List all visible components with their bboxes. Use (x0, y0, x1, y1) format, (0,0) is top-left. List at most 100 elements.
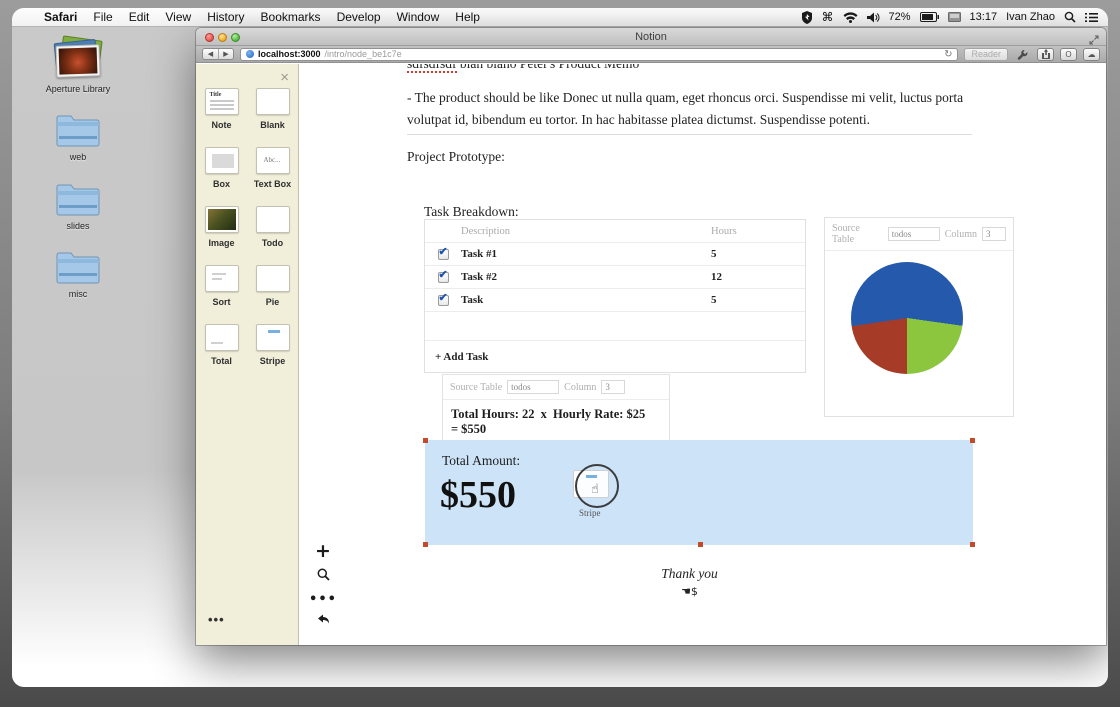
palette-more-dots[interactable]: ••• (208, 612, 225, 627)
task-desc[interactable]: Task (461, 294, 711, 306)
selection-handle[interactable] (423, 438, 428, 443)
undo-arrow-icon[interactable] (317, 613, 330, 631)
source-table-input[interactable] (888, 227, 940, 241)
wrench-icon[interactable] (1014, 48, 1031, 61)
close-window-button[interactable] (205, 33, 214, 42)
fullscreen-icon[interactable] (1089, 32, 1099, 50)
source-table-input[interactable] (507, 380, 559, 394)
total-value: $550 (461, 422, 486, 436)
task-hours[interactable]: 5 (711, 294, 805, 306)
forward-button[interactable]: ▶ (218, 49, 233, 59)
task-row-empty[interactable] (425, 312, 805, 341)
desktop-icon-label: Aperture Library (46, 84, 111, 95)
desktop-icon-folder-3[interactable]: misc (55, 249, 101, 300)
desktop-icon-aperture-library[interactable]: Aperture Library (46, 38, 111, 95)
palette-item-blank[interactable]: Blank (254, 88, 292, 130)
refresh-icon[interactable]: ↻ (944, 49, 952, 60)
notification-list-icon[interactable] (1085, 12, 1098, 23)
column-label: Column (945, 229, 977, 240)
col-hours: Hours (711, 226, 805, 237)
palette-thumb-total (205, 324, 239, 351)
tab-overview-button[interactable]: O (1060, 48, 1077, 61)
palette-item-todo[interactable]: Todo (254, 206, 292, 248)
input-menu-icon[interactable] (948, 12, 961, 22)
doc-paragraph[interactable]: - The product should be like Donec ut nu… (407, 87, 969, 131)
task-checkbox[interactable]: ✔ (438, 249, 449, 260)
total-amount-label: Total Amount: (442, 453, 520, 469)
task-hours[interactable]: 5 (711, 248, 805, 260)
source-table-label: Source Table (832, 223, 883, 245)
block-palette: × Title Note Blank Box (196, 64, 299, 645)
menu-window[interactable]: Window (397, 10, 440, 24)
command-icon[interactable]: ⌘ (822, 11, 834, 23)
doc-heading[interactable]: sdfsdfsdf blah blaho Peter's Product Mem… (407, 64, 639, 72)
wifi-icon[interactable] (843, 12, 858, 23)
menu-view[interactable]: View (165, 10, 191, 24)
selection-handle[interactable] (698, 542, 703, 547)
palette-thumb-todo (256, 206, 290, 233)
palette-thumb-pie (256, 265, 290, 292)
search-tool-icon[interactable] (317, 568, 330, 586)
more-tools-button[interactable]: ••• (309, 593, 337, 606)
safari-window: Notion ◀ ▶ localhost:3000/intro/node_be1… (196, 28, 1106, 645)
menu-edit[interactable]: Edit (129, 10, 150, 24)
doc-prototype-heading[interactable]: Project Prototype: (407, 149, 505, 165)
palette-item-sort[interactable]: Sort (203, 265, 241, 307)
column-input[interactable] (982, 227, 1006, 241)
pie-chart (851, 262, 963, 374)
palette-thumb-blank (256, 88, 290, 115)
volume-icon[interactable] (867, 12, 880, 23)
col-description: Description (461, 226, 711, 237)
share-button[interactable] (1037, 48, 1054, 61)
window-titlebar[interactable]: Notion (196, 28, 1106, 46)
palette-close-icon[interactable]: × (280, 70, 289, 85)
menu-develop[interactable]: Develop (337, 10, 381, 24)
palette-item-image[interactable]: Image (203, 206, 241, 248)
palette-item-total[interactable]: Total (203, 324, 241, 366)
palette-item-pie[interactable]: Pie (254, 265, 292, 307)
desktop-icon-folder-2[interactable]: slides (55, 181, 101, 232)
palette-item-textbox[interactable]: Abc... Text Box (254, 147, 292, 189)
minimize-window-button[interactable] (218, 33, 227, 42)
task-row[interactable]: ✔ Task 5 (425, 289, 805, 312)
palette-item-note[interactable]: Title Note (203, 88, 241, 130)
search-icon[interactable] (1064, 11, 1076, 23)
desktop-icon-folder-1[interactable]: web (55, 112, 101, 163)
add-task-button[interactable]: + Add Task (425, 341, 805, 372)
doc-tasks-heading[interactable]: Task Breakdown: (424, 204, 519, 220)
selection-handle[interactable] (970, 438, 975, 443)
menu-bookmarks[interactable]: Bookmarks (261, 10, 321, 24)
task-row[interactable]: ✔ Task #2 12 (425, 266, 805, 289)
task-hours[interactable]: 12 (711, 271, 805, 283)
total-line: Total Hours:22 x Hourly Rate:$25 =$550 (443, 399, 669, 444)
reader-button[interactable]: Reader (964, 48, 1008, 61)
folder-icon (55, 181, 101, 217)
task-checkbox[interactable]: ✔ (438, 295, 449, 306)
shield-icon[interactable] (801, 11, 813, 24)
menu-file[interactable]: File (93, 10, 112, 24)
menu-help[interactable]: Help (455, 10, 480, 24)
user-menu[interactable]: Ivan Zhao (1006, 11, 1055, 23)
palette-item-stripe[interactable]: Stripe (254, 324, 292, 366)
task-desc[interactable]: Task #2 (461, 271, 711, 283)
document-canvas[interactable]: sdfsdfsdf blah blaho Peter's Product Mem… (299, 64, 1106, 645)
task-desc[interactable]: Task #1 (461, 248, 711, 260)
clock[interactable]: 13:17 (970, 11, 998, 23)
hourly-rate-value: $25 (626, 407, 645, 421)
task-checkbox[interactable]: ✔ (438, 272, 449, 283)
battery-icon[interactable] (920, 12, 939, 22)
desktop-icons: Aperture Library web slides misc (30, 38, 126, 317)
task-row[interactable]: ✔ Task #1 5 (425, 243, 805, 266)
add-block-button[interactable]: + (315, 542, 331, 561)
menu-history[interactable]: History (207, 10, 244, 24)
menu-app-name[interactable]: Safari (44, 10, 77, 24)
selection-handle[interactable] (970, 542, 975, 547)
column-input[interactable] (601, 380, 625, 394)
back-button[interactable]: ◀ (203, 49, 218, 59)
zoom-window-button[interactable] (231, 33, 240, 42)
total-amount-stripe[interactable]: Total Amount: $550 (425, 440, 973, 545)
aperture-library-icon (53, 38, 103, 80)
selection-handle[interactable] (423, 542, 428, 547)
palette-item-box[interactable]: Box (203, 147, 241, 189)
address-bar[interactable]: localhost:3000/intro/node_be1c7e ↻ (240, 48, 958, 61)
